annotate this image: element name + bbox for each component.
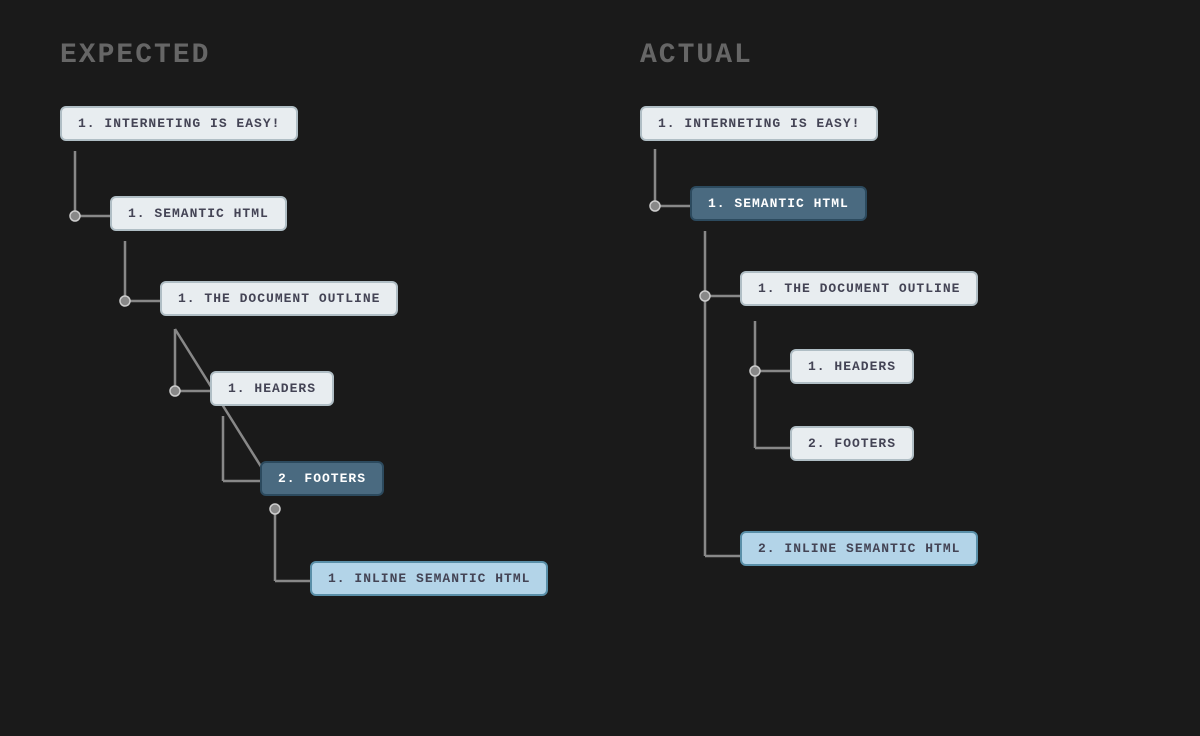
expected-title: EXPECTED	[60, 40, 210, 71]
act-node-4-box: 1. Headers	[790, 349, 914, 384]
act-node-3-box: 1. The Document Outline	[740, 271, 978, 306]
exp-node-2: 1. Semantic HTML	[110, 196, 287, 231]
exp-node-5: 2. Footers	[260, 461, 384, 496]
actual-diagram: ACTUAL	[640, 40, 1140, 681]
act-node-6: 2. Inline Semantic HTML	[740, 531, 978, 566]
actual-tree: 1. Interneting is easy! 1. Semantic HTML…	[640, 101, 1060, 681]
act-node-5-box: 2. Footers	[790, 426, 914, 461]
act-node-2-box: 1. Semantic HTML	[690, 186, 867, 221]
expected-diagram: EXPECTED	[60, 40, 560, 681]
act-node-1-box: 1. Interneting is easy!	[640, 106, 878, 141]
exp-node-4: 1. Headers	[210, 371, 334, 406]
main-container: EXPECTED	[0, 0, 1200, 736]
exp-node-1-box: 1. Interneting is easy!	[60, 106, 298, 141]
act-node-2: 1. Semantic HTML	[690, 186, 867, 221]
exp-node-6-box: 1. Inline Semantic HTML	[310, 561, 548, 596]
exp-node-3-box: 1. The Document Outline	[160, 281, 398, 316]
exp-node-1: 1. Interneting is easy!	[60, 106, 298, 141]
act-node-3: 1. The Document Outline	[740, 271, 978, 306]
act-node-4: 1. Headers	[790, 349, 914, 384]
act-node-6-box: 2. Inline Semantic HTML	[740, 531, 978, 566]
exp-node-6: 1. Inline Semantic HTML	[310, 561, 548, 596]
exp-node-5-box: 2. Footers	[260, 461, 384, 496]
actual-title: ACTUAL	[640, 40, 753, 71]
exp-node-3: 1. The Document Outline	[160, 281, 398, 316]
exp-node-2-box: 1. Semantic HTML	[110, 196, 287, 231]
act-node-5: 2. Footers	[790, 426, 914, 461]
expected-tree: 1. Interneting is easy! 1. Semantic HTML…	[60, 101, 480, 681]
exp-node-4-box: 1. Headers	[210, 371, 334, 406]
act-node-1: 1. Interneting is easy!	[640, 106, 878, 141]
